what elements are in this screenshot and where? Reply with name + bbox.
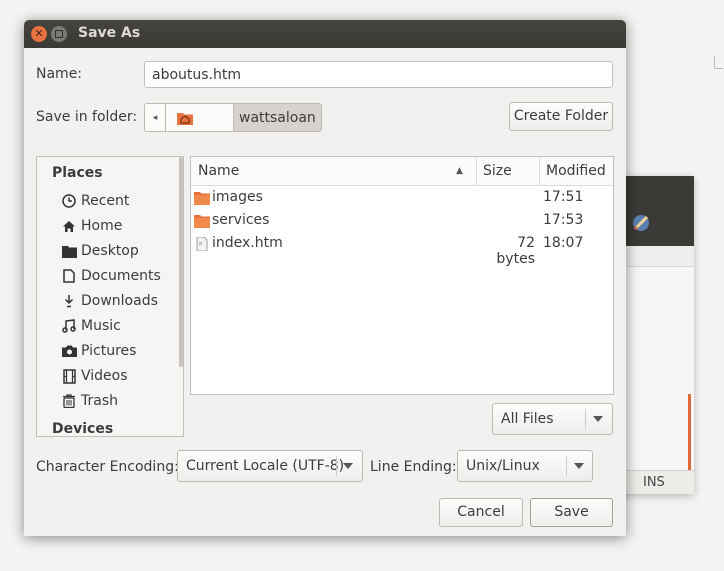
- character-encoding-value: Current Locale (UTF-8): [186, 458, 345, 474]
- devices-heading: Devices: [52, 421, 114, 437]
- places-scrollbar[interactable]: [179, 157, 183, 367]
- dialog-title: Save As: [78, 25, 141, 41]
- file-row[interactable]: index.htm 72 bytes 18:07: [191, 233, 613, 267]
- sidebar-item-label: Desktop: [81, 243, 139, 259]
- sidebar-item-pictures[interactable]: Pictures: [61, 340, 136, 362]
- sidebar-item-label: Music: [81, 318, 121, 334]
- file-modified: 18:07: [543, 235, 584, 251]
- sidebar-item-music[interactable]: Music: [61, 315, 121, 337]
- sort-ascending-icon: ▲: [456, 166, 463, 176]
- film-icon: [61, 368, 77, 384]
- character-encoding-select[interactable]: Current Locale (UTF-8): [177, 450, 363, 482]
- close-icon: ✕: [34, 27, 44, 40]
- file-row[interactable]: services 17:53: [191, 210, 613, 233]
- chevron-down-icon: [574, 463, 584, 469]
- insert-mode-indicator: INS: [622, 475, 692, 490]
- line-ending-value: Unix/Linux: [466, 458, 540, 474]
- download-icon: [61, 293, 77, 309]
- sidebar-item-recent[interactable]: Recent: [61, 190, 129, 212]
- character-encoding-label: Character Encoding:: [36, 459, 179, 475]
- save-as-dialog: ✕ Save As Name: Save in folder: ◂ wattsa…: [24, 20, 626, 536]
- chevron-down-icon: [593, 416, 603, 422]
- size-column-header[interactable]: Size: [476, 157, 543, 185]
- sidebar-item-documents[interactable]: Documents: [61, 265, 161, 287]
- folder-icon: [194, 192, 210, 205]
- path-scroll-left-button[interactable]: ◂: [144, 103, 166, 132]
- folder-icon: [194, 215, 210, 228]
- sidebar-item-videos[interactable]: Videos: [61, 365, 128, 387]
- cancel-button[interactable]: Cancel: [439, 498, 523, 527]
- sidebar-item-trash[interactable]: Trash: [61, 390, 118, 412]
- sidebar-item-label: Recent: [81, 193, 130, 209]
- sidebar-item-home[interactable]: Home: [61, 215, 122, 237]
- camera-icon: [61, 343, 77, 359]
- places-sidebar: Places Recent Home Desktop Documents Dow…: [36, 156, 184, 437]
- sidebar-item-label: Downloads: [81, 293, 158, 309]
- line-ending-select[interactable]: Unix/Linux: [457, 450, 593, 482]
- document-icon: [61, 268, 77, 284]
- chevron-left-icon: ◂: [152, 112, 158, 123]
- filename-input[interactable]: [144, 61, 613, 88]
- html-file-icon: [196, 237, 208, 251]
- close-window-button[interactable]: ✕: [31, 26, 47, 42]
- dialog-titlebar: ✕ Save As: [24, 20, 626, 48]
- save-button[interactable]: Save: [530, 498, 613, 527]
- file-modified: 17:53: [543, 212, 584, 228]
- path-home-button[interactable]: [166, 103, 234, 132]
- sidebar-item-label: Trash: [81, 393, 118, 409]
- clock-icon: [61, 193, 77, 209]
- file-filter-value: All Files: [501, 411, 554, 427]
- sidebar-item-label: Videos: [81, 368, 128, 384]
- file-row[interactable]: images 17:51: [191, 187, 613, 210]
- background-corner-mark: [714, 56, 723, 69]
- name-column-header[interactable]: Name: [198, 157, 468, 185]
- name-label: Name:: [36, 66, 83, 82]
- chevron-down-icon: [343, 463, 353, 469]
- combo-separator: [336, 456, 337, 476]
- create-folder-button[interactable]: Create Folder: [509, 102, 613, 131]
- file-size: 72 bytes: [496, 235, 535, 267]
- home-folder-icon: [176, 112, 193, 125]
- path-current-folder-button[interactable]: wattsaloan: [234, 103, 322, 132]
- modified-column-header[interactable]: Modified: [539, 157, 620, 185]
- sidebar-item-downloads[interactable]: Downloads: [61, 290, 158, 312]
- music-icon: [61, 318, 77, 334]
- combo-separator: [566, 456, 567, 476]
- file-list-header: Name ▲ Size Modified: [191, 157, 613, 186]
- file-list: Name ▲ Size Modified images 17:51 servic…: [190, 156, 614, 395]
- file-name: images: [212, 189, 263, 205]
- sidebar-item-label: Documents: [81, 268, 161, 284]
- file-name: services: [212, 212, 270, 228]
- trash-icon: [61, 393, 77, 409]
- minimize-icon: [55, 30, 63, 38]
- folder-path-bar: ◂ wattsaloan: [144, 103, 322, 132]
- minimize-window-button[interactable]: [51, 26, 67, 42]
- save-in-folder-label: Save in folder:: [36, 109, 138, 125]
- text-editor-app-icon: [633, 215, 649, 231]
- file-type-filter[interactable]: All Files: [492, 403, 613, 435]
- home-icon: [61, 218, 77, 234]
- background-window-scrollbar[interactable]: [688, 394, 691, 472]
- places-heading: Places: [52, 165, 103, 181]
- file-modified: 17:51: [543, 189, 584, 205]
- line-ending-label: Line Ending:: [370, 459, 457, 475]
- file-name: index.htm: [212, 235, 283, 251]
- sidebar-item-desktop[interactable]: Desktop: [61, 240, 139, 262]
- combo-separator: [585, 409, 586, 429]
- sidebar-item-label: Home: [81, 218, 123, 234]
- desktop-folder-icon: [61, 243, 77, 259]
- sidebar-item-label: Pictures: [81, 343, 137, 359]
